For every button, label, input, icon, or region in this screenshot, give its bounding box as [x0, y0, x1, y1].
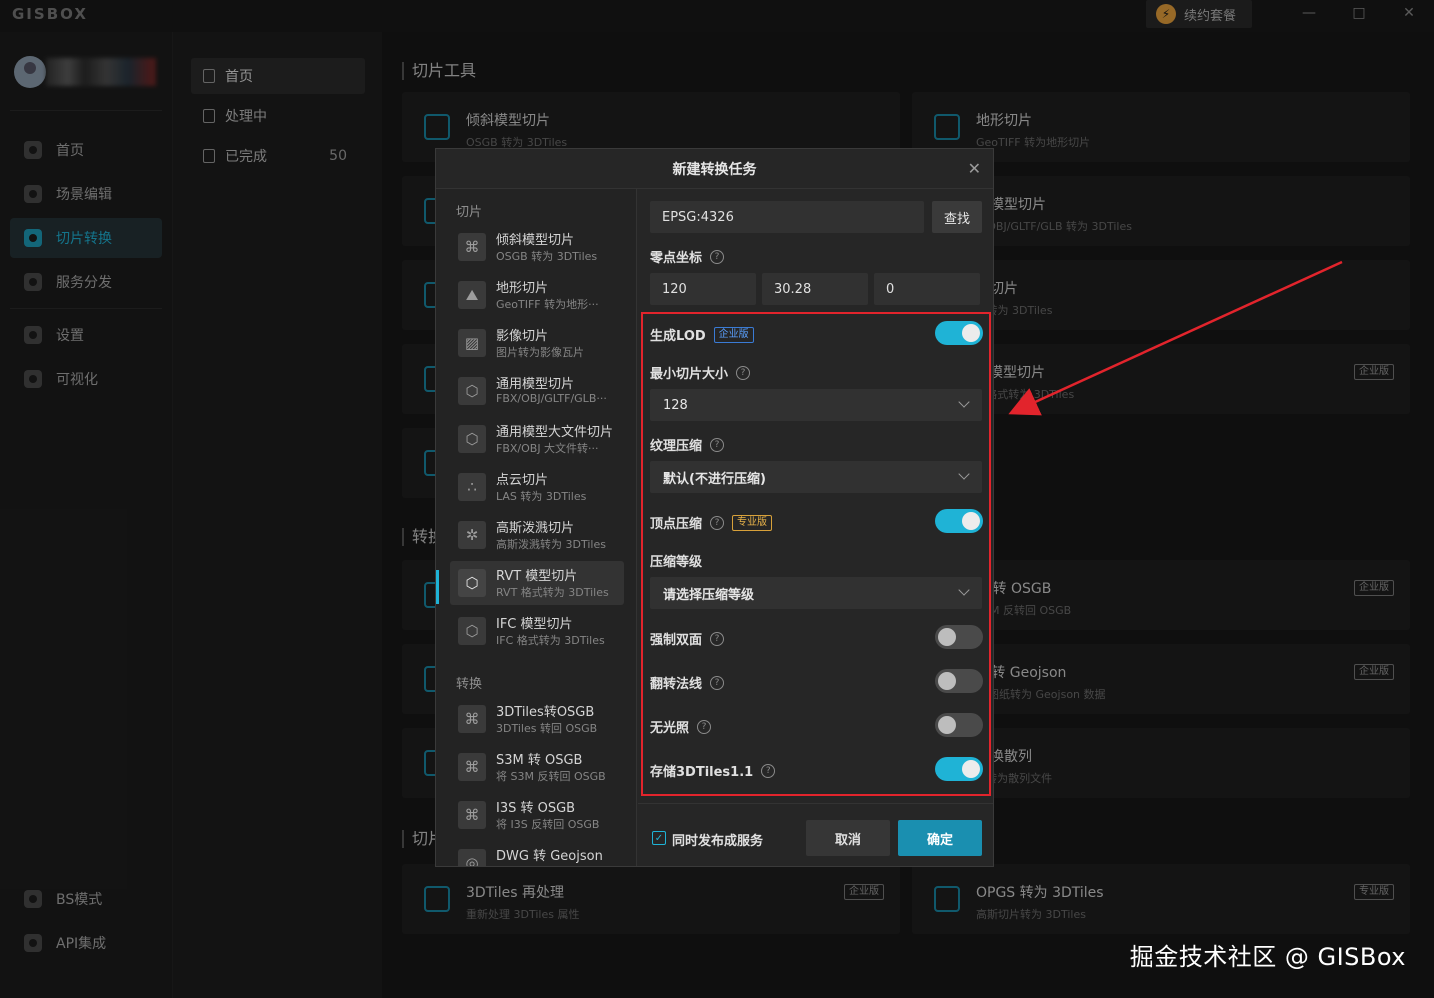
watermark: 掘金技术社区 @ GISBox — [1129, 943, 1406, 971]
annotation-arrow — [1008, 260, 1343, 416]
